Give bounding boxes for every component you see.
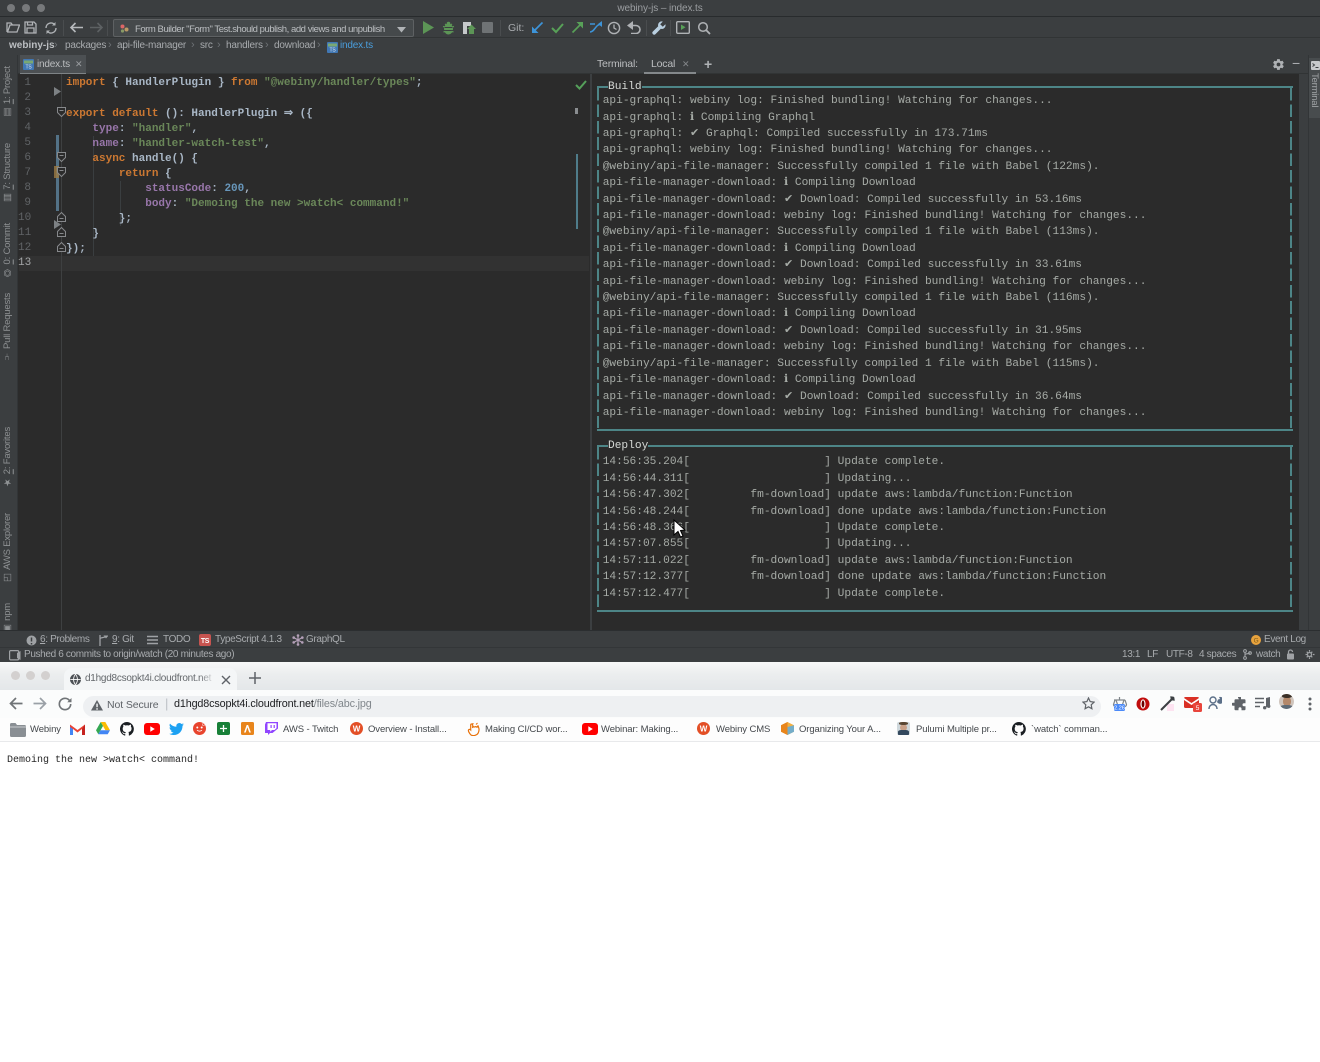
svg-text:TS: TS <box>201 638 210 645</box>
svg-text:W: W <box>700 725 708 734</box>
svg-text:TS: TS <box>330 48 337 54</box>
svg-text:2.26: 2.26 <box>1114 706 1125 712</box>
svg-text:G: G <box>1254 638 1259 645</box>
svg-text:TS: TS <box>26 65 33 71</box>
svg-text:W: W <box>353 725 361 734</box>
svg-text:5: 5 <box>1196 705 1200 712</box>
